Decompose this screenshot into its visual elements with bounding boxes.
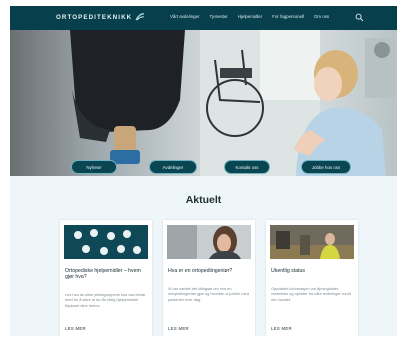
hero-photo-illustration — [70, 30, 395, 176]
nav-item-fagpersonell[interactable]: For fagpersonell — [272, 14, 304, 19]
card-image — [167, 225, 251, 259]
nav-item-avdelinger[interactable]: Vårt avdelinger — [170, 14, 200, 19]
hero-image: Nyheter Avdelinger Kontakt oss Jobbe hos… — [10, 30, 397, 176]
card-title: Hva er en ortopediingeniør? — [168, 268, 233, 274]
read-more-link[interactable]: LES MER — [65, 326, 86, 331]
card-text: Les hva de ulike yrkesgruppene hos oss b… — [65, 292, 146, 308]
read-more-link[interactable]: LES MER — [168, 326, 189, 331]
news-card[interactable]: Ukentlig status Oppdatert informasjon om… — [266, 220, 358, 336]
pill-nyheter[interactable]: Nyheter — [71, 160, 117, 174]
news-card[interactable]: Hva er en ortopediingeniør? Vi har samle… — [163, 220, 255, 336]
card-title: Ortopediske hjelpemidler – hvem gjør hva… — [65, 268, 141, 281]
pill-avdelinger[interactable]: Avdelinger — [149, 160, 197, 174]
nav-item-tjenester[interactable]: Tjenester — [210, 14, 228, 19]
card-title: Ukentlig status — [271, 268, 306, 274]
card-image-illustration — [270, 225, 354, 259]
site-logo[interactable]: ORTOPEDITEKNIKK — [56, 13, 145, 21]
section-title: Aktuelt — [185, 194, 222, 206]
page-frame: ORTOPEDITEKNIKK Vårt avdelinger Tjeneste… — [10, 6, 397, 336]
read-more-link[interactable]: LES MER — [271, 326, 292, 331]
pill-kontakt[interactable]: Kontakt oss — [224, 160, 270, 174]
logo-mark-icon — [135, 13, 145, 21]
main-menu: Vårt avdelinger Tjenester Hjelpemidler F… — [170, 14, 329, 19]
card-image — [270, 225, 354, 259]
logo-text: ORTOPEDITEKNIKK — [56, 13, 133, 21]
pill-jobbe[interactable]: Jobbe hos oss — [301, 160, 351, 174]
card-image — [64, 225, 148, 259]
nav-item-om-oss[interactable]: Om oss — [314, 14, 329, 19]
card-text: Oppdatert informasjon om åpningstider, v… — [271, 286, 351, 302]
top-navigation-bar: ORTOPEDITEKNIKK Vårt avdelinger Tjeneste… — [10, 6, 397, 30]
card-image-illustration — [64, 225, 148, 259]
search-icon[interactable] — [355, 13, 364, 22]
news-card[interactable]: Ortopediske hjelpemidler – hvem gjør hva… — [60, 220, 152, 336]
nav-item-hjelpemidler[interactable]: Hjelpemidler — [238, 14, 262, 19]
card-image-illustration — [167, 225, 251, 259]
card-text: Vi har samlet det viktigste om hva en or… — [168, 286, 249, 302]
